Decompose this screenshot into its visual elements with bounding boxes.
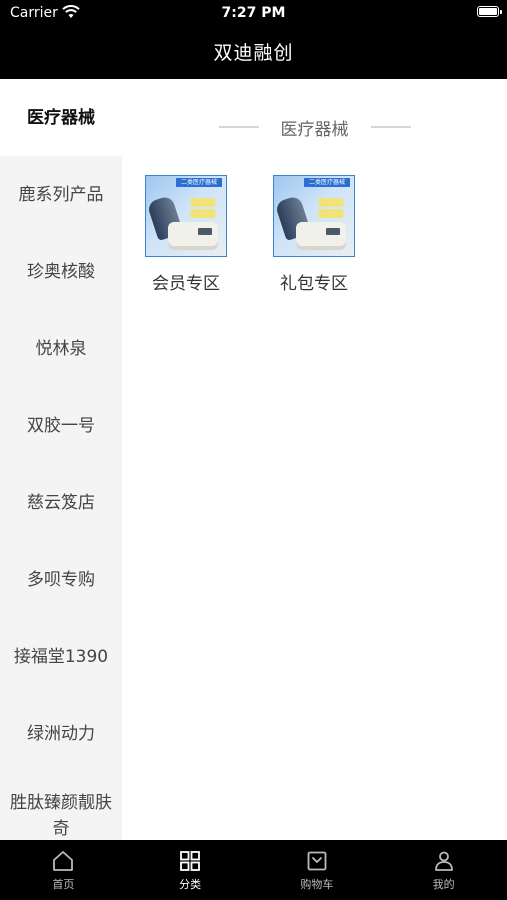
sidebar-item-ciyun-store[interactable]: 慈云笈店: [0, 464, 122, 541]
tab-label: 首页: [52, 878, 75, 891]
tab-profile[interactable]: 我的: [380, 840, 507, 900]
grid-icon: [180, 851, 201, 871]
home-icon: [53, 851, 74, 871]
tab-label: 购物车: [300, 878, 334, 891]
product-card[interactable]: 二类医疗器械 礼包专区: [273, 175, 355, 294]
medical-device-image[interactable]: 二类医疗器械: [273, 175, 355, 257]
sidebar-item-jiefutang[interactable]: 接福堂1390: [0, 618, 122, 695]
status-bar: Carrier 7:27 PM: [0, 0, 507, 28]
tab-bar: 首页 分类 购物车 我的: [0, 840, 507, 900]
sidebar-item-oasis-power[interactable]: 绿洲动力: [0, 695, 122, 772]
tab-home[interactable]: 首页: [0, 840, 127, 900]
top-bar: Carrier 7:27 PM 双迪融创: [0, 0, 507, 79]
tab-label: 我的: [432, 878, 455, 891]
sidebar-item-shuangjiao-one[interactable]: 双胶一号: [0, 387, 122, 464]
battery-icon: [477, 6, 502, 17]
cart-icon: [307, 851, 327, 871]
category-content: 医疗器械 二类医疗器械 会员专区 二类医疗器械 礼包专区: [122, 79, 507, 840]
user-icon: [434, 851, 453, 871]
tab-label: 分类: [179, 878, 202, 891]
divider: [218, 126, 259, 128]
sidebar-item-deer-products[interactable]: 鹿系列产品: [0, 156, 122, 233]
medical-device-image[interactable]: 二类医疗器械: [145, 175, 227, 257]
product-name[interactable]: 会员专区: [145, 269, 227, 294]
category-sidebar[interactable]: 医疗器械 鹿系列产品 珍奥核酸 悦林泉 双胶一号 慈云笈店 多呗专购 接福堂13…: [0, 79, 122, 840]
product-name[interactable]: 礼包专区: [273, 269, 355, 294]
product-card[interactable]: 二类医疗器械 会员专区: [145, 175, 227, 294]
divider: [370, 126, 411, 128]
tab-category[interactable]: 分类: [127, 840, 254, 900]
clock: 7:27 PM: [221, 5, 286, 21]
tab-cart[interactable]: 购物车: [254, 840, 381, 900]
sidebar-item-medical-devices[interactable]: 医疗器械: [0, 79, 122, 156]
sidebar-item-duobei-shop[interactable]: 多呗专购: [0, 541, 122, 618]
sidebar-item-zhenao-nucleic-acid[interactable]: 珍奥核酸: [0, 233, 122, 310]
sidebar-item-yuelinquan[interactable]: 悦林泉: [0, 310, 122, 387]
section-header: 医疗器械: [122, 115, 507, 140]
section-title: 医疗器械: [280, 119, 349, 140]
page-title: 双迪融创: [213, 42, 294, 64]
sidebar-item-peptide-skin[interactable]: 胜肽臻颜靓肤奇: [0, 772, 122, 840]
